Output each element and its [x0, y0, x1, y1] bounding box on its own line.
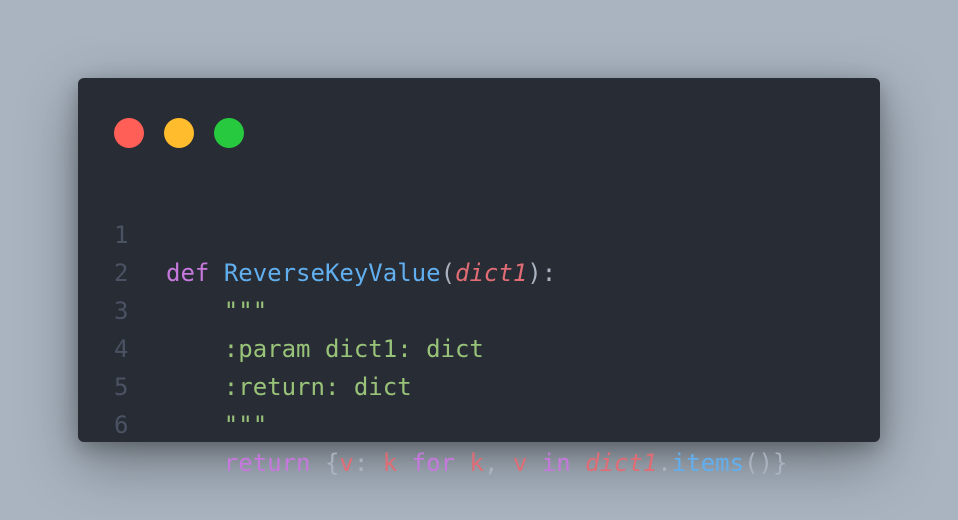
method-name-token: items [671, 449, 745, 477]
code-line: 4 :return: dict [78, 292, 880, 401]
code-block[interactable]: 1 def ReverseKeyValue(dict1): 2 """ 3 :p… [78, 178, 880, 477]
code-window: 1 def ReverseKeyValue(dict1): 2 """ 3 :p… [78, 78, 880, 477]
code-line: 3 :param dict1: dict [78, 254, 880, 363]
punctuation-token: , [483, 449, 513, 477]
keyword-token: in [541, 449, 571, 477]
punctuation-token: . [657, 449, 672, 477]
close-window-button[interactable] [114, 118, 144, 148]
docstring-token: """ [223, 411, 268, 439]
variable-token: v [512, 449, 528, 477]
code-line: 1 def ReverseKeyValue(dict1): [78, 178, 880, 287]
parameter-token: dict1 [585, 449, 658, 477]
punctuation-token: ()} [744, 449, 788, 477]
punctuation-token: { [324, 449, 340, 477]
variable-token: k [382, 449, 398, 477]
minimize-window-button[interactable] [164, 118, 194, 148]
line-number: 6 [114, 411, 129, 439]
variable-token: k [469, 449, 484, 477]
code-line-content: return {v: k for k, v in dict1.items()} [166, 444, 788, 482]
code-line: 6 return {v: k for k, v in dict1.items()… [78, 368, 880, 477]
keyword-token: for [411, 449, 456, 477]
code-line-content: """ [166, 406, 267, 444]
maximize-window-button[interactable] [214, 118, 244, 148]
variable-token: v [339, 449, 354, 477]
code-line: 5 """ [78, 330, 880, 439]
punctuation-token: : [353, 449, 383, 477]
code-line: 2 """ [78, 216, 880, 325]
keyword-token: return [223, 449, 311, 477]
